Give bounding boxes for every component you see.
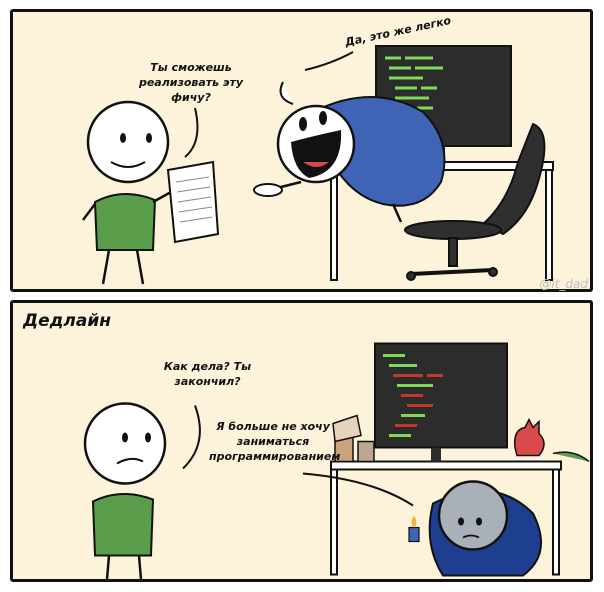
comic-panel-1: Ты сможешь реализовать эту фичу? Да, это… bbox=[10, 9, 593, 292]
developer-character-sad bbox=[408, 480, 542, 577]
panel-1-illustration bbox=[82, 45, 554, 285]
cat-figurine bbox=[513, 417, 545, 457]
panel-title: Дедлайн bbox=[23, 311, 111, 331]
comic-panel-2: Дедлайн Как дела? Ты закончил? Я больше … bbox=[10, 300, 593, 582]
speech-bubble-developer: Я больше не хочу заниматься программиров… bbox=[209, 420, 341, 463]
plant bbox=[552, 451, 590, 463]
speech-tail-manager bbox=[182, 405, 201, 470]
manager-character bbox=[82, 100, 172, 285]
monitor bbox=[374, 342, 508, 462]
manager-character bbox=[83, 402, 167, 579]
watermark: @it_dad bbox=[539, 277, 588, 291]
speech-bubble-manager: Ты сможешь реализовать эту фичу? bbox=[138, 61, 244, 104]
speech-bubble-manager: Как дела? Ты закончил? bbox=[163, 360, 252, 388]
speech-tail-developer bbox=[304, 51, 354, 71]
task-paper bbox=[166, 160, 220, 244]
speech-tail-developer bbox=[302, 472, 414, 507]
speech-tail-manager bbox=[184, 107, 199, 158]
